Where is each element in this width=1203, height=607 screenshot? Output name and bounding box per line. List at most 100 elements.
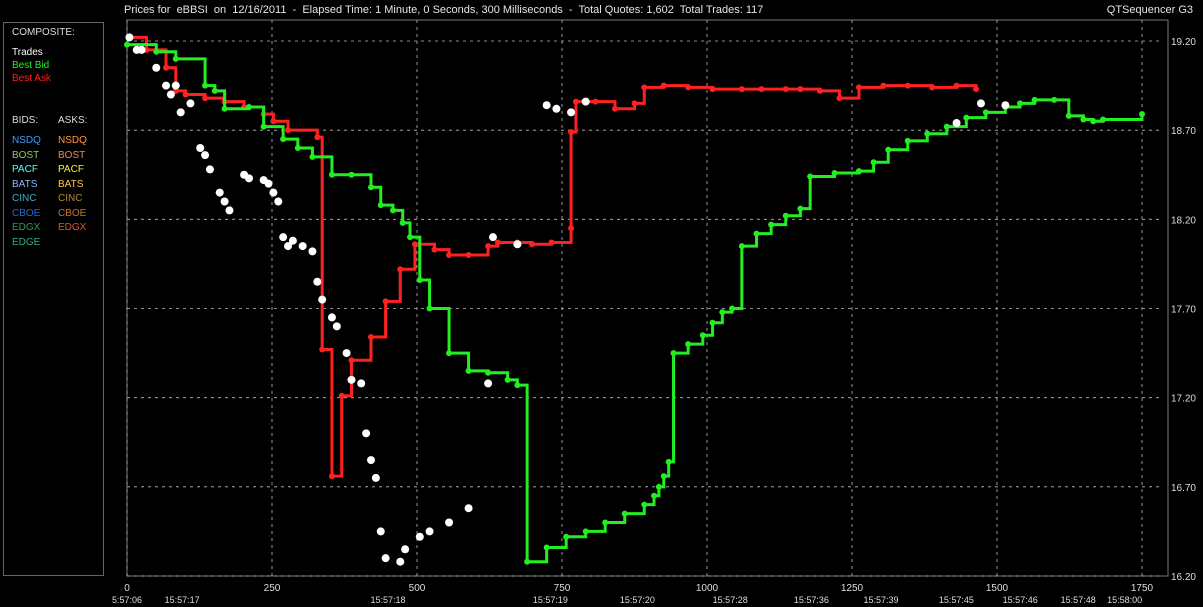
best-ask-point xyxy=(397,266,404,273)
best-bid-point xyxy=(124,41,130,48)
best-bid-point xyxy=(782,212,789,219)
trade-point xyxy=(347,375,356,384)
best-bid-point xyxy=(1031,96,1038,103)
trade-point xyxy=(201,151,210,160)
trade-point xyxy=(381,554,390,563)
trade-point xyxy=(366,456,375,465)
best-ask-point xyxy=(182,91,189,98)
best-ask-point xyxy=(431,246,438,253)
y-tick-label: 16.20 xyxy=(1171,572,1196,583)
best-ask-point xyxy=(855,84,862,91)
best-bid-point xyxy=(221,105,228,112)
best-ask-point xyxy=(758,86,765,93)
best-ask-point xyxy=(611,105,618,112)
best-bid-point xyxy=(1139,111,1145,118)
best-bid-point xyxy=(904,137,911,144)
best-ask-point xyxy=(709,86,716,93)
trade-point xyxy=(152,63,161,72)
best-bid-point xyxy=(407,234,414,241)
y-tick-label: 18.20 xyxy=(1171,215,1196,226)
trade-point xyxy=(488,233,497,242)
trade-point xyxy=(484,379,493,388)
best-ask-point xyxy=(660,82,667,89)
trade-point xyxy=(176,108,185,117)
best-bid-point xyxy=(855,168,862,175)
best-ask-point xyxy=(631,100,638,107)
trade-point xyxy=(205,165,214,174)
best-ask-point xyxy=(880,82,887,89)
trade-point xyxy=(298,242,307,251)
best-ask-point xyxy=(568,128,575,135)
best-ask-point xyxy=(319,346,326,353)
best-bid-point xyxy=(563,533,570,540)
best-bid-point xyxy=(514,382,521,389)
x-tick-label: 1750 xyxy=(1131,583,1154,594)
best-bid-point xyxy=(641,501,648,508)
time-label: 15:57:36 xyxy=(794,595,829,605)
best-ask-point xyxy=(568,225,575,232)
best-bid-point xyxy=(426,305,433,312)
best-ask-point xyxy=(446,252,453,258)
trade-point xyxy=(445,518,454,527)
best-bid-point xyxy=(685,341,692,348)
trade-point xyxy=(542,101,551,110)
time-label: 15:57:28 xyxy=(713,595,748,605)
best-ask-point xyxy=(382,298,389,305)
best-bid-point xyxy=(582,528,589,535)
best-bid-point xyxy=(465,367,472,374)
trade-point xyxy=(308,247,317,256)
trade-point xyxy=(581,97,590,106)
best-bid-point xyxy=(399,219,406,226)
trade-point xyxy=(288,236,297,245)
trade-point xyxy=(220,197,229,206)
best-bid-point xyxy=(831,169,838,176)
best-bid-point xyxy=(504,376,511,383)
best-bid-point xyxy=(719,309,726,316)
trade-point xyxy=(464,504,473,513)
trade-point xyxy=(567,108,576,117)
best-ask-point xyxy=(465,252,472,258)
best-ask-point xyxy=(314,134,321,141)
best-bid-point xyxy=(768,221,775,228)
best-bid-point xyxy=(348,171,355,178)
best-ask-point xyxy=(816,87,823,94)
y-tick-label: 17.20 xyxy=(1171,394,1196,405)
best-bid-point xyxy=(309,153,316,160)
best-bid-point xyxy=(602,519,609,526)
best-bid-point xyxy=(172,55,179,62)
trade-point xyxy=(362,429,371,438)
best-bid-point xyxy=(367,184,374,191)
best-ask-point xyxy=(529,241,536,248)
best-ask-line xyxy=(129,35,978,478)
best-bid-point xyxy=(280,136,287,143)
trade-point xyxy=(401,545,410,554)
trade-point xyxy=(513,240,522,249)
best-bid-point xyxy=(943,123,950,130)
trade-point xyxy=(269,188,278,197)
best-bid-point xyxy=(446,350,453,357)
best-ask-point xyxy=(270,118,277,125)
time-label: 15:57:48 xyxy=(1061,595,1096,605)
best-ask-point xyxy=(202,95,209,102)
best-bid-point xyxy=(729,305,736,312)
best-ask-point xyxy=(592,98,599,105)
best-ask-point xyxy=(904,82,911,89)
trade-point xyxy=(166,90,175,99)
best-ask-point xyxy=(641,84,648,91)
time-label: 15:57:46 xyxy=(1003,595,1038,605)
y-tick-label: 18.70 xyxy=(1171,126,1196,137)
time-label: 15:57:45 xyxy=(939,595,974,605)
best-bid-point xyxy=(485,369,492,376)
trade-point xyxy=(552,104,561,113)
time-label: 15:57:19 xyxy=(533,595,568,605)
x-tick-label: 750 xyxy=(554,583,571,594)
best-bid-point xyxy=(885,146,892,153)
trade-point xyxy=(342,349,351,358)
best-bid-point xyxy=(524,558,531,565)
trade-point xyxy=(244,174,253,183)
best-ask-point xyxy=(797,86,804,93)
best-ask-point xyxy=(572,98,579,105)
best-ask-point xyxy=(348,357,355,364)
best-bid-point xyxy=(202,82,209,89)
trade-point xyxy=(225,206,234,215)
